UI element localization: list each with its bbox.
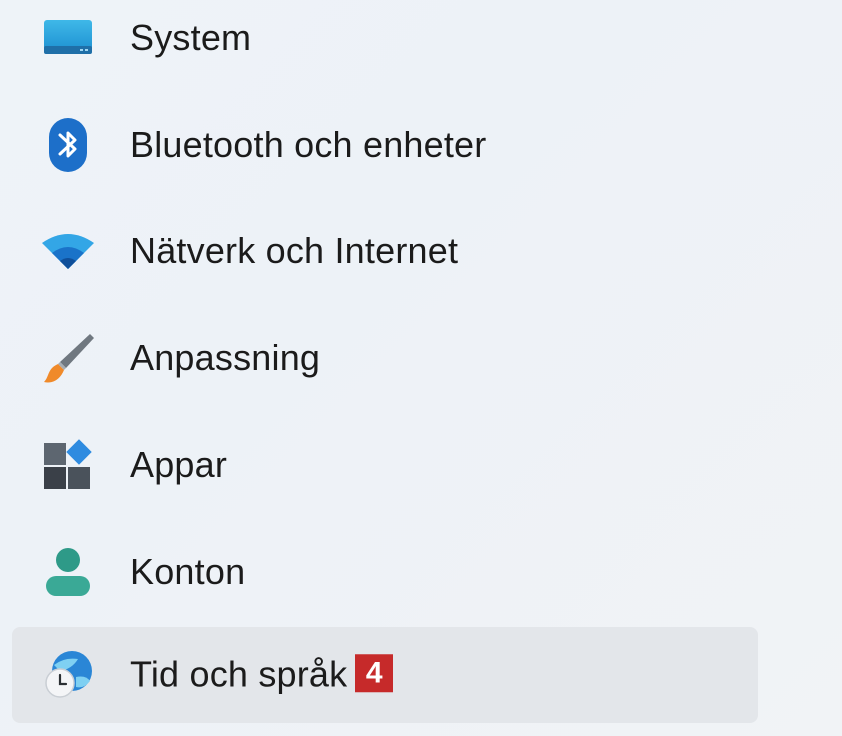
bluetooth-icon [40, 117, 96, 173]
apps-icon [40, 437, 96, 493]
nav-item-accounts[interactable]: Konton [12, 524, 758, 620]
wifi-icon [40, 223, 96, 279]
nav-item-label-text: Tid och språk [130, 653, 348, 695]
nav-item-apps[interactable]: Appar [12, 417, 758, 513]
nav-item-personalization[interactable]: Anpassning [12, 310, 758, 406]
nav-item-label: Nätverk och Internet [130, 230, 459, 271]
nav-item-time-language[interactable]: Tid och språk 4 [12, 627, 758, 723]
nav-item-bluetooth[interactable]: Bluetooth och enheter [12, 97, 758, 193]
nav-item-label: Appar [130, 444, 228, 485]
nav-item-label: Bluetooth och enheter [130, 124, 487, 165]
nav-item-system[interactable]: System [12, 0, 758, 86]
nav-item-label: System [130, 17, 252, 58]
settings-nav: System Bluetooth och enheter Nätverk och… [0, 0, 842, 736]
step-badge: 4 [355, 654, 394, 693]
person-icon [40, 544, 96, 600]
monitor-icon [40, 10, 96, 66]
nav-item-label: Konton [130, 551, 246, 592]
globe-clock-icon [40, 647, 96, 703]
nav-item-label: Anpassning [130, 337, 321, 378]
nav-item-label: Tid och språk 4 [130, 653, 394, 695]
paintbrush-icon [40, 330, 96, 386]
nav-item-network[interactable]: Nätverk och Internet [12, 203, 758, 299]
